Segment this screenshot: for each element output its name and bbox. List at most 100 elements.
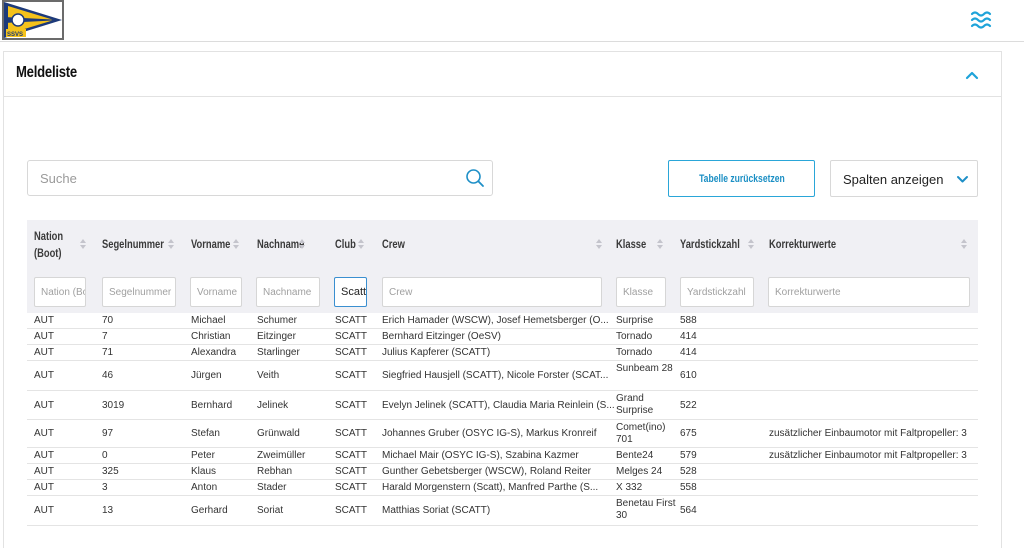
filter-input-korrekturwerte[interactable] xyxy=(768,277,970,307)
cell-nachname: Rebhan xyxy=(257,466,293,477)
cell-vorname: Anton xyxy=(191,482,218,493)
cell-yardstickzahl: 588 xyxy=(680,315,697,326)
cell-vorname: Peter xyxy=(191,450,215,461)
cell-vorname: Christian xyxy=(191,331,231,342)
search-icon-button[interactable] xyxy=(465,168,485,188)
cell-crew: Erich Hamader (WSCW), Josef Hemetsberger… xyxy=(382,315,609,326)
cell-korrekturwerte: zusätzlicher Einbaumotor mit Faltpropell… xyxy=(769,450,967,461)
panel-header[interactable]: Meldeliste xyxy=(4,52,1001,97)
sort-arrows-icon[interactable] xyxy=(79,237,87,251)
top-bar: SSVS xyxy=(0,0,1024,42)
column-header-club[interactable]: Club xyxy=(335,236,356,253)
column-header-korrekturwerte[interactable]: Korrekturwerte xyxy=(769,236,836,253)
cell-crew: Michael Mair (OSYC IG-S), Szabina Kazmer xyxy=(382,450,579,461)
cell-club: SCATT xyxy=(335,315,368,326)
cell-segelnummer: 3 xyxy=(102,482,108,493)
table-row[interactable]: AUT 97 Stefan Grünwald SCATT Johannes Gruber … xyxy=(27,420,978,448)
cell-club: SCATT xyxy=(335,482,368,493)
cell-yardstickzahl: 528 xyxy=(680,466,697,477)
logo-text: SSVS xyxy=(7,32,23,38)
cell-nachname: Veith xyxy=(257,370,280,381)
show-columns-dropdown[interactable]: Spalten anzeigen xyxy=(830,160,978,197)
cell-klasse: Surprise xyxy=(616,315,654,326)
cell-crew: Evelyn Jelinek (SCATT), Claudia Maria Re… xyxy=(382,400,615,411)
cell-klasse: X 332 xyxy=(616,482,643,493)
cell-nation: AUT xyxy=(34,482,54,493)
reset-table-button[interactable]: Tabelle zurücksetzen xyxy=(668,160,815,197)
cell-nation: AUT xyxy=(34,370,54,381)
cell-vorname: Bernhard xyxy=(191,400,233,411)
cell-vorname: Stefan xyxy=(191,428,220,439)
sort-arrows-icon[interactable] xyxy=(357,237,365,251)
filter-input-club[interactable] xyxy=(334,277,367,307)
pennant-logo-icon: SSVS xyxy=(2,0,64,40)
column-header-segelnummer[interactable]: Segelnummer xyxy=(102,236,164,253)
table-row[interactable]: AUT 13 Gerhard Soriat SCATT Matthias Soriat (… xyxy=(27,496,978,526)
club-logo[interactable]: SSVS xyxy=(2,0,64,40)
cell-yardstickzahl: 579 xyxy=(680,450,697,461)
cell-nachname: Jelinek xyxy=(257,400,289,411)
search-input[interactable] xyxy=(28,161,458,195)
sort-arrows-icon[interactable] xyxy=(298,237,306,251)
cell-club: SCATT xyxy=(335,450,368,461)
cell-klasse: Melges 24 xyxy=(616,466,663,477)
filter-input-segelnummer[interactable] xyxy=(102,277,176,307)
cell-nachname: Soriat xyxy=(257,505,284,516)
filter-input-klasse[interactable] xyxy=(616,277,666,307)
filter-input-yardstickzahl[interactable] xyxy=(680,277,754,307)
table-row[interactable]: AUT 70 Michael Schumer SCATT Erich Hamader (W… xyxy=(27,313,978,329)
cell-nation: AUT xyxy=(34,347,54,358)
cell-klasse: Tornado xyxy=(616,347,653,358)
sort-arrows-icon[interactable] xyxy=(960,237,968,251)
sort-arrows-icon[interactable] xyxy=(167,237,175,251)
cell-segelnummer: 3019 xyxy=(102,400,125,411)
filter-input-vorname[interactable] xyxy=(190,277,242,307)
cell-segelnummer: 46 xyxy=(102,370,114,381)
cell-korrekturwerte: zusätzlicher Einbaumotor mit Faltpropell… xyxy=(769,428,967,439)
table-row[interactable]: AUT 3 Anton Stader SCATT Harald Morgenstern (… xyxy=(27,480,978,496)
cell-club: SCATT xyxy=(335,505,368,516)
sort-arrows-icon[interactable] xyxy=(747,237,755,251)
column-header-vorname[interactable]: Vorname xyxy=(191,236,230,253)
column-header-klasse[interactable]: Klasse xyxy=(616,236,646,253)
table-row[interactable]: AUT 3019 Bernhard Jelinek SCATT Evelyn Jeline… xyxy=(27,391,978,420)
search-icon xyxy=(466,169,484,187)
sort-arrows-icon[interactable] xyxy=(232,237,240,251)
table-row[interactable]: AUT 0 Peter Zweimüller SCATT Michael Mair (OS… xyxy=(27,448,978,464)
cell-klasse: Benetau First 30 xyxy=(616,498,676,521)
table-row[interactable]: AUT 325 Klaus Rebhan SCATT Gunther Gebetsberg… xyxy=(27,464,978,480)
cell-vorname: Michael xyxy=(191,315,226,326)
cell-club: SCATT xyxy=(335,347,368,358)
cell-segelnummer: 97 xyxy=(102,428,114,439)
cell-vorname: Alexandra xyxy=(191,347,237,358)
cell-nation: AUT xyxy=(34,450,54,461)
filter-input-nation[interactable] xyxy=(34,277,86,307)
cell-yardstickzahl: 558 xyxy=(680,482,697,493)
cell-club: SCATT xyxy=(335,331,368,342)
column-header-yardstickzahl[interactable]: Yardstickzahl xyxy=(680,236,740,253)
sort-arrows-icon[interactable] xyxy=(595,237,603,251)
filter-input-crew[interactable] xyxy=(382,277,602,307)
collapse-button[interactable] xyxy=(964,68,980,80)
cell-crew: Johannes Gruber (OSYC IG-S), Markus Kron… xyxy=(382,428,597,439)
cell-crew: Julius Kapferer (SCATT) xyxy=(382,347,491,358)
cell-klasse: Grand Surprise xyxy=(616,393,654,416)
sort-arrows-icon[interactable] xyxy=(656,237,664,251)
column-header-nation[interactable]: Nation (Boot) xyxy=(34,228,68,262)
cell-nachname: Eitzinger xyxy=(257,331,296,342)
cell-club: SCATT xyxy=(335,370,368,381)
cell-yardstickzahl: 414 xyxy=(680,331,697,342)
cell-segelnummer: 71 xyxy=(102,347,114,358)
table-row[interactable]: AUT 46 Jürgen Veith SCATT Siegfried Hausjell … xyxy=(27,361,978,391)
table-row[interactable]: AUT 71 Alexandra Starlinger SCATT Julius Kapf… xyxy=(27,345,978,361)
cell-nachname: Grünwald xyxy=(257,428,300,439)
menu-button[interactable] xyxy=(966,6,996,32)
cell-nation: AUT xyxy=(34,505,54,516)
cell-yardstickzahl: 564 xyxy=(680,505,697,516)
panel-title: Meldeliste xyxy=(16,64,77,81)
column-header-crew[interactable]: Crew xyxy=(382,236,405,253)
filter-input-nachname[interactable] xyxy=(256,277,320,307)
table-row[interactable]: AUT 7 Christian Eitzinger SCATT Bernhard Eitz… xyxy=(27,329,978,345)
cell-club: SCATT xyxy=(335,428,368,439)
cell-club: SCATT xyxy=(335,466,368,477)
